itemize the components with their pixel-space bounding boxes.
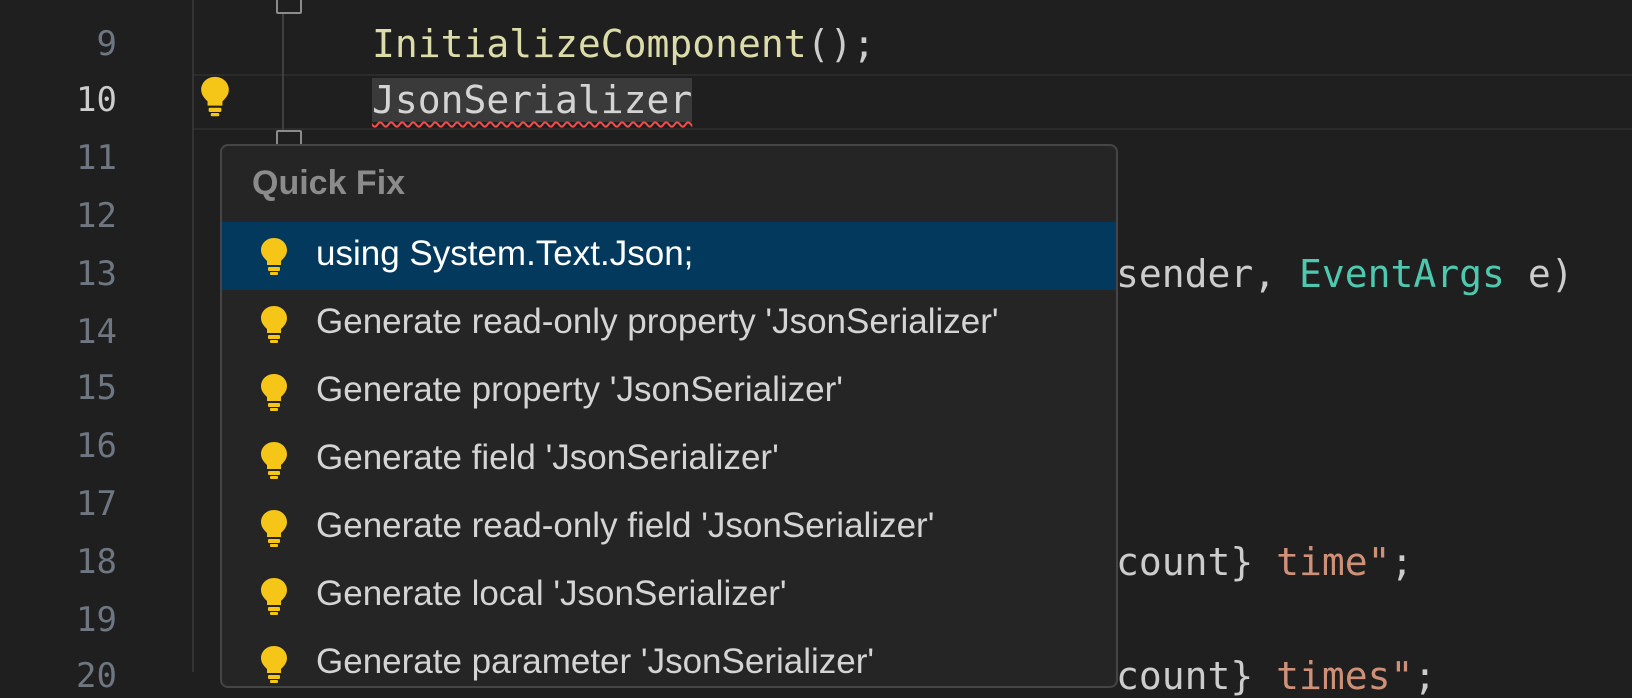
line-number: 15	[76, 368, 117, 408]
line-number: 11	[76, 138, 117, 178]
quick-fix-item-using-system-text-json[interactable]: using System.Text.Json;	[222, 222, 1116, 290]
fold-marker-icon[interactable]	[276, 0, 302, 14]
code-token: InitializeComponent	[372, 22, 807, 66]
quick-fix-item-label: Generate read-only field 'JsonSerializer…	[316, 506, 935, 545]
code-line-13: sender, EventArgs e)	[1116, 252, 1574, 296]
code-token: sender,	[1116, 252, 1300, 296]
lightbulb-icon	[258, 440, 290, 480]
code-token: times"	[1276, 654, 1414, 698]
lightbulb-icon	[258, 304, 290, 344]
quick-fix-item-generate-parameter[interactable]: Generate parameter 'JsonSerializer'	[222, 630, 1116, 686]
line-number: 17	[76, 484, 117, 524]
line-number: 16	[76, 426, 117, 466]
line-number: 9	[96, 24, 117, 64]
quick-fix-item-generate-field[interactable]: Generate field 'JsonSerializer'	[222, 426, 1116, 494]
quick-fix-item-label: Generate parameter 'JsonSerializer'	[316, 642, 875, 681]
line-number: 12	[76, 196, 117, 236]
lightbulb-icon	[258, 372, 290, 412]
code-token: e)	[1504, 252, 1574, 296]
quick-fix-item-generate-property[interactable]: Generate property 'JsonSerializer'	[222, 358, 1116, 426]
code-token: EventArgs	[1299, 252, 1505, 296]
quick-fix-item-generate-readonly-property[interactable]: Generate read-only property 'JsonSeriali…	[222, 290, 1116, 358]
quick-fix-item-label: Generate read-only property 'JsonSeriali…	[316, 302, 999, 341]
code-line-20: count} times";	[1116, 654, 1436, 698]
quick-fix-item-label: Generate property 'JsonSerializer'	[316, 370, 843, 409]
lightbulb-icon	[258, 644, 290, 684]
quick-fix-item-label: Generate field 'JsonSerializer'	[316, 438, 779, 477]
line-number: 19	[76, 600, 117, 640]
lightbulb-icon[interactable]	[198, 74, 232, 118]
code-line-10[interactable]: JsonSerializer	[372, 78, 693, 122]
error-token[interactable]: JsonSerializer	[372, 78, 693, 122]
code-token: time"	[1276, 540, 1391, 584]
lightbulb-icon	[258, 236, 290, 276]
line-number: 18	[76, 542, 117, 582]
quick-fix-item-generate-local[interactable]: Generate local 'JsonSerializer'	[222, 562, 1116, 630]
line-number-gutter: 9 10 11 12 13 14 15 16 17 18 19 20	[0, 0, 194, 696]
code-line-9: InitializeComponent();	[372, 22, 875, 66]
lightbulb-icon	[258, 508, 290, 548]
line-number: 20	[76, 656, 117, 696]
line-number-active: 10	[76, 80, 117, 120]
lightbulb-icon	[258, 576, 290, 616]
quick-fix-item-label: using System.Text.Json;	[316, 234, 694, 273]
code-token: count}	[1116, 654, 1277, 698]
quick-fix-title: Quick Fix	[252, 164, 406, 202]
quick-fix-item-generate-readonly-field[interactable]: Generate read-only field 'JsonSerializer…	[222, 494, 1116, 562]
code-token: ();	[806, 22, 876, 66]
quick-fix-item-label: Generate local 'JsonSerializer'	[316, 574, 787, 613]
quick-fix-popup: Quick Fix using System.Text.Json; Genera…	[220, 144, 1118, 688]
code-token: ;	[1413, 654, 1437, 698]
code-token: ;	[1390, 540, 1414, 584]
line-number: 14	[76, 312, 117, 352]
code-line-18: count} time";	[1116, 540, 1413, 584]
code-token: count}	[1116, 540, 1277, 584]
line-number: 13	[76, 254, 117, 294]
